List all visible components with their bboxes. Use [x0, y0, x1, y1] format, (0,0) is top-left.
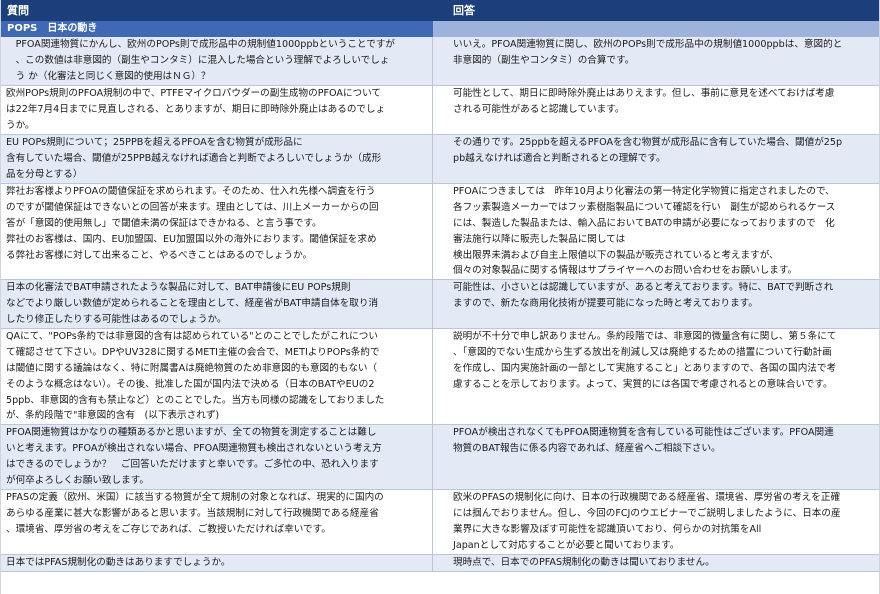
answer-cell-line: [453, 408, 879, 424]
question-cell-line: 、環境省、厚労省の考えをご存じであれば、ご教授いただければ幸いです。: [6, 523, 331, 535]
answer-cell: PFOAにつきましては 昨年10月より化審法の第一特定化学物質に指定されましたの…: [433, 184, 879, 279]
answer-cell: その通りです。25ppbを超えるPFOAを含む物質が成形品に含有していた場合、閾…: [433, 135, 879, 183]
question-cell-line: あらゆる産業に甚大な影響があると思います。当該規制に対して行政機関である経産省: [6, 507, 379, 519]
table-row: 日本の化審法でBAT申請されたような製品に対して、BAT申請後にEU POPs規…: [1, 280, 879, 329]
question-cell-line: 答が「意図的使用無し」で閾値未満の保証はできかねる、と言う事です。: [6, 217, 322, 229]
question-cell-line: PFOA関連物質にかんし、欧州のPOPs則で成形品中の規制値1000ppbという…: [6, 39, 396, 50]
answer-cell-line: される可能性があると認識しています。: [453, 103, 625, 115]
question-cell-line: いと考えます。PFOAが検出されない場合、PFOA関連物質も検出されないという考…: [6, 442, 382, 454]
question-cell: 日本ではPFAS規制化の動きはありますでしょうか。: [1, 555, 433, 571]
question-cell-line: 日本の化審法でBAT申請されたような製品に対して、BAT申請後にEU POPs規…: [6, 282, 351, 293]
answer-cell-line: pb越えなければ適合と判断されるとの理解です。: [453, 152, 666, 164]
question-cell-line: 欧州POPs規則のPFOA規制の中で、PTFEマイクロパウダーの副生成物のPFO…: [6, 88, 382, 99]
answer-cell-line: 、「意図的でない生成から生ずる放出を削減し又は廃絶するための措置について行動計画: [453, 346, 832, 358]
question-cell: PFOA関連物質はかなりの種類あるかと思いますが、全ての物質を測定することは難し…: [1, 425, 433, 489]
question-cell-line: したり修正したりする可能性はあるのでしょうか。: [6, 313, 227, 325]
answer-cell-line: を作成し、国内実施計画の一部として実施すること」とありますので、各国の国内法で考: [453, 362, 837, 374]
answer-cell-line: 非意図的（副生やコンタミ）の合算です。: [453, 54, 635, 66]
answer-cell-line: には、製造した製品または、輸入品においてBATの申請が必要になっておりますので …: [453, 217, 835, 229]
question-cell-line: 品を分母とする）: [6, 168, 83, 180]
question-cell-line: て確認させて下さい。DPやUV328に関するMETI主催の会合で、METIよりP…: [6, 346, 380, 358]
answer-cell-line: 各フッ素製造メーカーではフッ素樹脂製品について確認を行い 副生が認められるケース: [453, 201, 836, 213]
answer-cell-line: 物質のBAT報告に係る内容であれば、経産省へご相談下さい。: [453, 442, 721, 454]
question-cell-line: 含有していた場合、閾値が25PPB越えなければ適合と判断でよろしいでしょうか（成…: [6, 152, 382, 164]
answer-cell: 欧米のPFASの規制化に向け、日本の行政機関である経産省、環境省、厚労省の考えを…: [433, 490, 879, 554]
table-row: PFOA関連物質にかんし、欧州のPOPs則で成形品中の規制値1000ppbという…: [1, 37, 879, 86]
answer-cell: PFOAが検出されなくてもPFOA関連物質を含有している可能性はございます。PF…: [433, 425, 879, 489]
answer-cell-line: 検出限界未満および自主上限値以下の製品が販売されていると考えますが、: [453, 249, 779, 261]
question-cell-line: PFASの定義（欧州、米国）に該当する物質が全て規制の対象となれば、現実的に国内…: [6, 492, 384, 503]
question-column-header: 質問: [7, 4, 29, 17]
question-cell-line: が、条約段階で"非意図的含有 (以下表示されず): [6, 410, 220, 422]
answer-cell-line: 業界に大きな影響及ぼす可能性を認識頂いており、何らかの対抗策をAll: [453, 523, 762, 535]
question-cell-line: はできるのでしょうか？ ご回答いただけますと幸いです。ご多忙の中、恐れ入ります: [6, 458, 379, 470]
question-cell: 弊社お客様よりPFOAの閾値保証を求められます。そのため、仕入れ先様へ調査を行う…: [1, 184, 433, 279]
question-cell-line: などでより厳しい数値が定められることを理由として、経産省がBAT申請自体を取り消: [6, 297, 379, 309]
question-cell-line: 日本ではPFAS規制化の動きはありますでしょうか。: [6, 557, 231, 568]
answer-cell-line: 慮することを示しております。よって、実質的には各国で考慮されるとの意味合いです。: [453, 378, 833, 390]
answer-cell-line: 説明が不十分で申し訳ありません。条約段階では、非意図的微量含有に関し、第５条にて: [453, 331, 837, 342]
question-cell-line: 5ppb、非意図的含有も禁止など）とのことでした。当方も同様の認識をしておりまし…: [6, 394, 385, 406]
answer-cell-line: 個々の対象製品に関する情報はサプライヤーへのお問い合わせをお願いします。: [453, 265, 798, 277]
answer-cell: 現時点で、日本でのPFAS規制化の動きは聞いておりません。: [433, 555, 879, 571]
section-header: POPS 日本の動き: [1, 21, 879, 37]
answer-cell: いいえ。PFOA関連物質に関し、欧州のPOPs則で成形品中の規制値1000ppb…: [433, 37, 879, 85]
answer-cell-line: Japanとして対応することが必要と聞いております。: [453, 539, 680, 551]
question-cell-line: る弊社お客様に対して出来ること、やるべきことはあるのでしょうか。: [6, 249, 313, 261]
table-header: 質問 回答: [1, 0, 879, 21]
answer-cell-line: 可能性として、期日に即時除外廃止はありえます。但し、事前に意見を述べておけば考慮: [453, 88, 835, 99]
answer-cell-line: いいえ。PFOA関連物質に関し、欧州のPOPs則で成形品中の規制値1000ppb…: [453, 39, 843, 50]
answer-cell: 説明が不十分で申し訳ありません。条約段階では、非意図的微量含有に関し、第５条にて…: [433, 329, 879, 424]
answer-cell-line: 審法施行以降に販売した製品に関しては: [453, 233, 626, 245]
question-cell-line: QAにて、"POPs条約では非意図的含有は認められている"とのことでしたがこれに…: [6, 331, 378, 342]
answer-cell-line: には掴んでおりません。但し、今回のFCJのウエビナーでご説明しましたように、日本…: [453, 507, 841, 519]
table-row: 弊社お客様よりPFOAの閾値保証を求められます。そのため、仕入れ先様へ調査を行う…: [1, 184, 879, 280]
answer-cell: 可能性として、期日に即時除外廃止はありえます。但し、事前に意見を述べておけば考慮…: [433, 86, 879, 134]
question-cell-line: [6, 538, 432, 554]
question-cell: 欧州POPs規則のPFOA規制の中で、PTFEマイクロパウダーの副生成物のPFO…: [1, 86, 433, 134]
table-row: PFASの定義（欧州、米国）に該当する物質が全て規制の対象となれば、現実的に国内…: [1, 490, 879, 555]
table-row: 欧州POPs規則のPFOA規制の中で、PTFEマイクロパウダーの副生成物のPFO…: [1, 86, 879, 135]
qa-table: 質問 回答 POPS 日本の動き PFOA関連物質にかんし、欧州のPOPs則で成…: [0, 0, 880, 594]
answer-cell: 可能性は、小さいとは認識していますが、あると考えております。特に、BATで判断さ…: [433, 280, 879, 328]
table-row: EU POPs規則について；25PPBを超えるPFOAを含む物質が成形品に含有し…: [1, 135, 879, 184]
answer-cell-line: 欧米のPFASの規制化に向け、日本の行政機関である経産省、環境省、厚労省の考えを…: [453, 492, 841, 503]
table-row: 日本ではPFAS規制化の動きはありますでしょうか。 現時点で、日本でのPFAS規制…: [1, 555, 879, 572]
question-cell-line: は閾値に関する議論はなく、特に附属書Aは廃絶物質のため非意図的も意図的もない（: [6, 362, 378, 374]
answer-cell-line: ますので、新たな商用化技術が提要可能になった時と考えております。: [453, 297, 758, 309]
question-cell-line: PFOA関連物質はかなりの種類あるかと思いますが、全ての物質を測定することは難し: [6, 427, 377, 438]
question-cell: EU POPs規則について；25PPBを超えるPFOAを含む物質が成形品に含有し…: [1, 135, 433, 183]
answer-cell-line: [453, 393, 879, 409]
question-cell-line: 、この数値は非意図的（副生やコンタミ）に混入した場合という理解でよろしいでしょ: [6, 54, 390, 66]
question-cell-line: 弊社のお客様は、国内、EU加盟国、EU加盟国以外の海外におります。閾値保証を求め: [6, 233, 377, 245]
table-row: QAにて、"POPs条約では非意図的含有は認められている"とのことでしたがこれに…: [1, 329, 879, 425]
question-cell-line: は22年7月4日までに見直しされる、とありますが、期日に即時除外廃止はあるのでし…: [6, 103, 386, 115]
question-cell-line: EU POPs規則について；25PPBを超えるPFOAを含む物質が成形品に: [6, 137, 303, 148]
answer-column-header: 回答: [453, 4, 475, 17]
question-cell: PFASの定義（欧州、米国）に該当する物質が全て規制の対象となれば、現実的に国内…: [1, 490, 433, 554]
question-cell-line: のですが閾値保証はできないとの回答が来ます。理由としては、川上メーカーからの回: [6, 201, 379, 213]
question-cell-line: うか。: [6, 119, 35, 131]
section-title-cell: POPS 日本の動き: [1, 21, 433, 37]
question-cell: 日本の化審法でBAT申請されたような製品に対して、BAT申請後にEU POPs規…: [1, 280, 433, 328]
question-cell-line: [6, 263, 432, 279]
question-cell-line: う か（化審法と同じく意図的使用はＮＧ）？: [6, 70, 211, 82]
question-cell: QAにて、"POPs条約では非意図的含有は認められている"とのことでしたがこれに…: [1, 329, 433, 424]
answer-cell-line: その通りです。25ppbを超えるPFOAを含む物質が成形品に含有していた場合、閾…: [453, 137, 843, 148]
answer-cell-line: PFOAが検出されなくてもPFOA関連物質を含有している可能性はございます。PF…: [453, 427, 834, 438]
question-cell-line: が何卒よろしくお願い致します。: [6, 474, 149, 486]
answer-cell-line: 現時点で、日本でのPFAS規制化の動きは聞いておりません。: [453, 557, 715, 568]
section-title: POPS 日本の動き: [7, 23, 98, 34]
question-cell-line: 弊社お客様よりPFOAの閾値保証を求められます。そのため、仕入れ先様へ調査を行う: [6, 186, 376, 197]
question-cell-line: そのような概念はない）。その後、批准した国が国内法で決める（日本のBATやEUの…: [6, 378, 375, 390]
answer-cell-line: PFOAにつきましては 昨年10月より化審法の第一特定化学物質に指定されましたの…: [453, 186, 835, 197]
question-cell: PFOA関連物質にかんし、欧州のPOPs則で成形品中の規制値1000ppbという…: [1, 37, 433, 85]
answer-cell-line: 可能性は、小さいとは認識していますが、あると考えております。特に、BATで判断さ…: [453, 282, 834, 293]
table-row: PFOA関連物質はかなりの種類あるかと思いますが、全ての物質を測定することは難し…: [1, 425, 879, 490]
